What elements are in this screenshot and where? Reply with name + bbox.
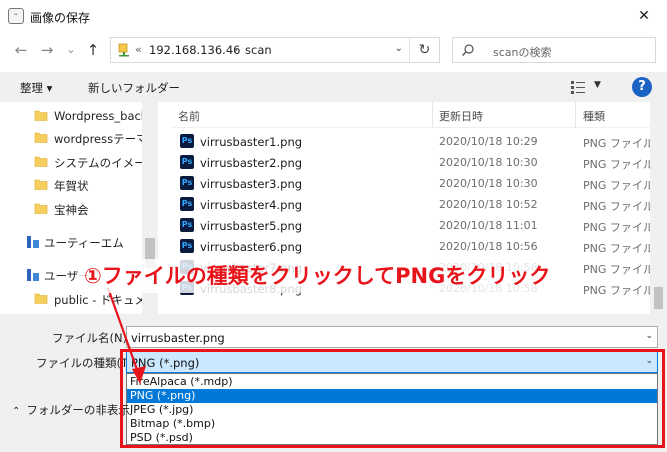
photoshop-file-icon: Ps [180,134,194,148]
table-row[interactable]: Ps virrusbaster4.png 2020/10/18 10:52 PNG フ… [172,194,650,215]
nav-folder-wordpress-back[interactable]: Wordpress_back [0,105,147,127]
file-type: PNG ファイル [583,221,650,234]
file-date: 2020/10/18 10:29 [439,135,538,148]
filename-label: ファイル名(N): [52,331,131,345]
nav-label: wordpressテーマ [54,132,148,146]
table-row[interactable]: Ps virrusbaster3.png 2020/10/18 10:30 PNG フ… [172,173,650,194]
organize-button[interactable]: 整理 ▾ [20,80,52,96]
nav-label: 宝神会 [54,203,89,217]
file-type: PNG ファイル [583,179,650,192]
file-list-scrollbar[interactable] [650,102,667,314]
file-name: virrusbaster1.png [200,135,303,149]
photoshop-file-icon: Ps [180,218,194,232]
annotation-highlight-frame [120,349,665,448]
breadcrumb-separator[interactable]: › [234,43,238,56]
folder-icon [34,110,48,121]
app-icon: ᵕ [8,8,24,24]
file-date: 2020/10/18 10:30 [439,156,538,169]
refresh-button[interactable]: ↻ [409,38,439,62]
network-folder-icon [118,43,129,57]
table-row[interactable]: Ps virrusbaster6.png 2020/10/18 10:56 PNG フ… [172,236,650,257]
file-type: PNG ファイル [583,284,650,297]
network-computer-icon [27,236,39,248]
file-date: 2020/10/18 11:01 [439,219,538,232]
up-button[interactable]: ↑ [84,40,102,60]
table-row[interactable]: Ps virrusbaster5.png 2020/10/18 11:01 PNG フ… [172,215,650,236]
file-type: PNG ファイル [583,158,650,171]
new-folder-button[interactable]: 新しいフォルダー [88,80,180,96]
column-divider[interactable] [432,102,433,128]
address-bar[interactable]: « 192.168.136.46 › scan ⌄ ↻ [110,37,440,63]
address-overflow[interactable]: « [135,43,142,56]
view-dropdown[interactable]: ▼ [594,80,601,90]
filename-value[interactable]: virrusbaster.png [131,331,225,345]
filename-dropdown[interactable]: ⌄ [645,331,653,341]
file-name: virrusbaster2.png [200,156,303,170]
photoshop-file-icon: Ps [180,197,194,211]
nav-folder-hoshinkai[interactable]: 宝神会 [0,198,142,220]
table-row[interactable]: Ps virrusbaster2.png 2020/10/18 10:30 PNG フ… [172,152,650,173]
file-name: virrusbaster3.png [200,177,303,191]
breadcrumb-scan[interactable]: scan [245,43,272,57]
folder-icon [34,293,48,304]
nav-label: 年賀状 [54,179,89,193]
network-computer-icon [27,269,39,281]
file-list-scroll-thumb[interactable] [654,287,663,309]
file-date: 2020/10/18 10:30 [439,177,538,190]
filename-field[interactable]: virrusbaster.png ⌄ [126,326,658,348]
window-title: 画像の保存 [30,11,91,25]
file-type: PNG ファイル [583,137,650,150]
nav-folder-nengajo[interactable]: 年賀状 [0,174,142,196]
folder-icon [34,132,48,143]
close-button[interactable]: ✕ [621,0,667,32]
folder-icon [34,203,48,214]
title-bar: ᵕ 画像の保存 ✕ [0,0,667,32]
file-type: PNG ファイル [583,200,650,213]
file-date: 2020/10/18 10:52 [439,198,538,211]
back-button[interactable]: ← [12,40,30,60]
folder-icon [34,156,48,167]
hide-folders-label: フォルダーの非表示 [26,403,130,417]
address-dropdown[interactable]: ⌄ [395,43,403,54]
search-box[interactable]: scanの検索 [452,37,656,63]
forward-button[interactable]: → [38,40,56,60]
search-icon [462,44,474,56]
hide-folders-button[interactable]: ⌃ フォルダーの非表示 [12,402,130,418]
chevron-up-icon: ⌃ [12,406,21,417]
breadcrumb-host[interactable]: 192.168.136.46 [149,43,240,57]
folder-icon [34,179,48,190]
annotation-text: ①ファイルの種類をクリックしてPNGをクリック [78,259,557,293]
column-header: 名前 更新日時 種類 [172,102,650,128]
column-divider[interactable] [575,102,576,128]
file-name: virrusbaster6.png [200,240,303,254]
photoshop-file-icon: Ps [180,176,194,190]
nav-label: ユーティーエム [44,236,124,250]
column-type[interactable]: 種類 [583,108,605,124]
nav-label: Wordpress_back [54,109,148,123]
file-date: 2020/10/18 10:56 [439,240,538,253]
view-options-icon[interactable] [570,79,586,95]
file-type: PNG ファイル [583,263,650,276]
photoshop-file-icon: Ps [180,155,194,169]
recent-locations-dropdown[interactable]: ⌄ [62,40,80,60]
table-row[interactable]: Ps virrusbaster1.png 2020/10/18 10:29 PNG フ… [172,131,650,152]
column-name[interactable]: 名前 [178,108,200,124]
file-name: virrusbaster4.png [200,198,303,212]
photoshop-file-icon: Ps [180,239,194,253]
column-date[interactable]: 更新日時 [439,108,483,124]
command-bar: 整理 ▾ 新しいフォルダー ▼ ? [0,72,667,102]
search-input[interactable]: scanの検索 [493,44,552,60]
nav-folder-wordpress-theme[interactable]: wordpressテーマ [0,127,148,149]
address-row: ← → ⌄ ↑ « 192.168.136.46 › scan ⌄ ↻ scan… [0,32,667,68]
file-name: virrusbaster5.png [200,219,303,233]
file-type: PNG ファイル [583,242,650,255]
nav-folder-system-image[interactable]: システムのイメージ [0,151,157,173]
nav-user-utm[interactable]: ユーティーエム [0,231,142,253]
help-icon[interactable]: ? [632,77,652,97]
